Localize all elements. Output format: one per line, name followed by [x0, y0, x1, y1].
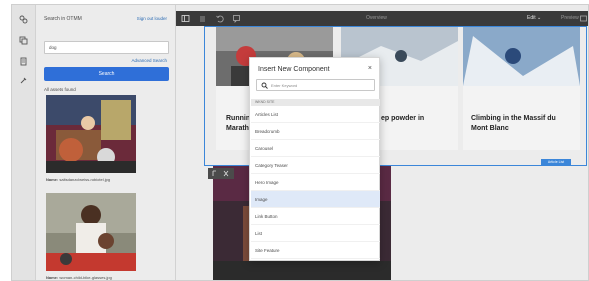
search-icon [261, 82, 268, 90]
search-input[interactable]: dog [44, 41, 169, 54]
editor-toolbar: Overview Edit ⌄ Preview [176, 11, 588, 26]
side-panel-toggle-icon[interactable] [181, 14, 190, 23]
component-item-articles-list[interactable]: Articles List [251, 106, 380, 123]
keyword-search-input[interactable]: Enter Keyword [256, 79, 375, 91]
article-title: ep powder in [381, 115, 425, 122]
component-item-image[interactable]: Image [251, 191, 380, 208]
asset-card[interactable]: Name: saltsdanzclweiss-robiotel.jpg [46, 95, 136, 182]
advanced-search-link[interactable]: Advanced Search [131, 58, 167, 63]
mode-selector[interactable]: Edit ⌄ [527, 15, 541, 21]
chevron-down-icon: ⌄ [537, 15, 542, 21]
article-tile[interactable]: Climbing in the Massif du Mont Blanc [463, 26, 580, 150]
panel-header: Search in OTMM [44, 16, 82, 22]
component-item-carousel[interactable]: Carousel [251, 140, 380, 157]
properties-icon[interactable] [19, 76, 28, 85]
results-label: All assets found [44, 87, 76, 92]
asset-caption: Name: woman-child-bike-glasses.jpg [46, 275, 112, 280]
close-icon[interactable]: × [368, 65, 372, 72]
component-group-label: WKND SITE [251, 99, 380, 106]
components-icon[interactable] [19, 36, 28, 45]
content-tree-icon[interactable] [19, 57, 28, 66]
page-info-icon[interactable] [198, 14, 207, 23]
selected-component-label[interactable]: Article List [541, 159, 571, 166]
article-title: Climbing in the Massif du Mont Blanc [471, 115, 556, 132]
insert-component-dialog: Insert New Component × Enter Keyword WKN… [249, 57, 380, 261]
component-item-breadcrumb[interactable]: Breadcrumb [251, 123, 380, 140]
asset-card[interactable]: Name: woman-child-bike-glasses.jpg [46, 193, 136, 280]
page-canvas: Running Marath ep powder in Climbing in t… [176, 26, 588, 280]
keyword-placeholder: Enter Keyword [271, 83, 298, 88]
component-list: Articles List Breadcrumb Carousel Catego… [251, 106, 380, 259]
search-button[interactable]: Search [44, 67, 169, 81]
left-rail [12, 5, 36, 280]
article-image [463, 26, 580, 86]
component-item-category-teaser[interactable]: Category Teaser [251, 157, 380, 174]
component-item-hero-image[interactable]: Hero Image [251, 174, 380, 191]
undo-icon[interactable] [215, 14, 224, 23]
component-item-list[interactable]: List [251, 225, 380, 242]
asset-thumbnail[interactable] [46, 95, 136, 173]
page-title: Overview [366, 15, 387, 21]
annotate-icon[interactable] [232, 14, 241, 23]
dialog-title: Insert New Component [258, 66, 330, 73]
sign-in-link[interactable]: Sign out louder [137, 16, 167, 21]
asset-caption: Name: saltsdanzclweiss-robiotel.jpg [46, 177, 111, 182]
preview-button[interactable]: Preview [561, 15, 579, 21]
component-item-site-feature[interactable]: Site Feature [251, 242, 380, 259]
assets-icon[interactable] [19, 15, 28, 24]
app-window: Search in OTMM Sign out louder dog Advan… [11, 4, 589, 281]
component-toolbar[interactable] [208, 168, 234, 179]
emulator-icon[interactable] [579, 14, 588, 23]
asset-thumbnail[interactable] [46, 193, 136, 271]
component-item-link-button[interactable]: Link Button [251, 208, 380, 225]
